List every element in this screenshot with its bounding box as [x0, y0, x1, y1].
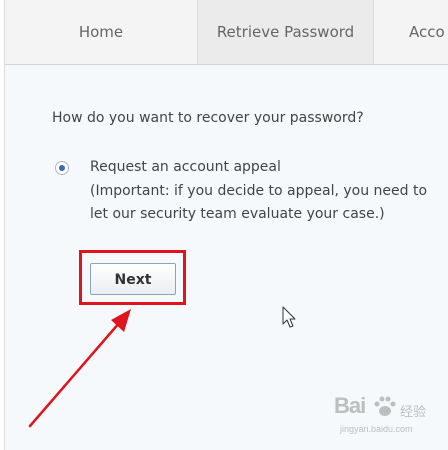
- option-note-line-1: (Important: if you decide to appeal, you…: [90, 183, 428, 199]
- tab-bar: Home Retrieve Password Acco: [5, 0, 448, 65]
- option-note-line-2: let our security team evaluate your case…: [90, 206, 385, 222]
- radio-selected-icon[interactable]: [55, 161, 69, 175]
- next-button[interactable]: Next: [90, 263, 176, 295]
- mouse-cursor-icon: [282, 306, 296, 328]
- tab-home[interactable]: Home: [5, 0, 198, 64]
- paw-icon: [374, 396, 396, 416]
- recovery-question: How do you want to recover your password…: [52, 110, 364, 126]
- option-appeal-label[interactable]: Request an account appeal: [90, 159, 281, 175]
- option-appeal-note: (Important: if you decide to appeal, you…: [90, 180, 448, 226]
- tab-account[interactable]: Acco: [374, 0, 448, 64]
- tab-retrieve-password[interactable]: Retrieve Password: [198, 0, 374, 64]
- watermark-sub-text: 经验: [400, 404, 427, 419]
- watermark-logo-text: Bai: [334, 393, 366, 418]
- watermark: Bai 经验 jingyan.baidu.com: [334, 393, 446, 443]
- watermark-url: jingyan.baidu.com: [340, 424, 413, 434]
